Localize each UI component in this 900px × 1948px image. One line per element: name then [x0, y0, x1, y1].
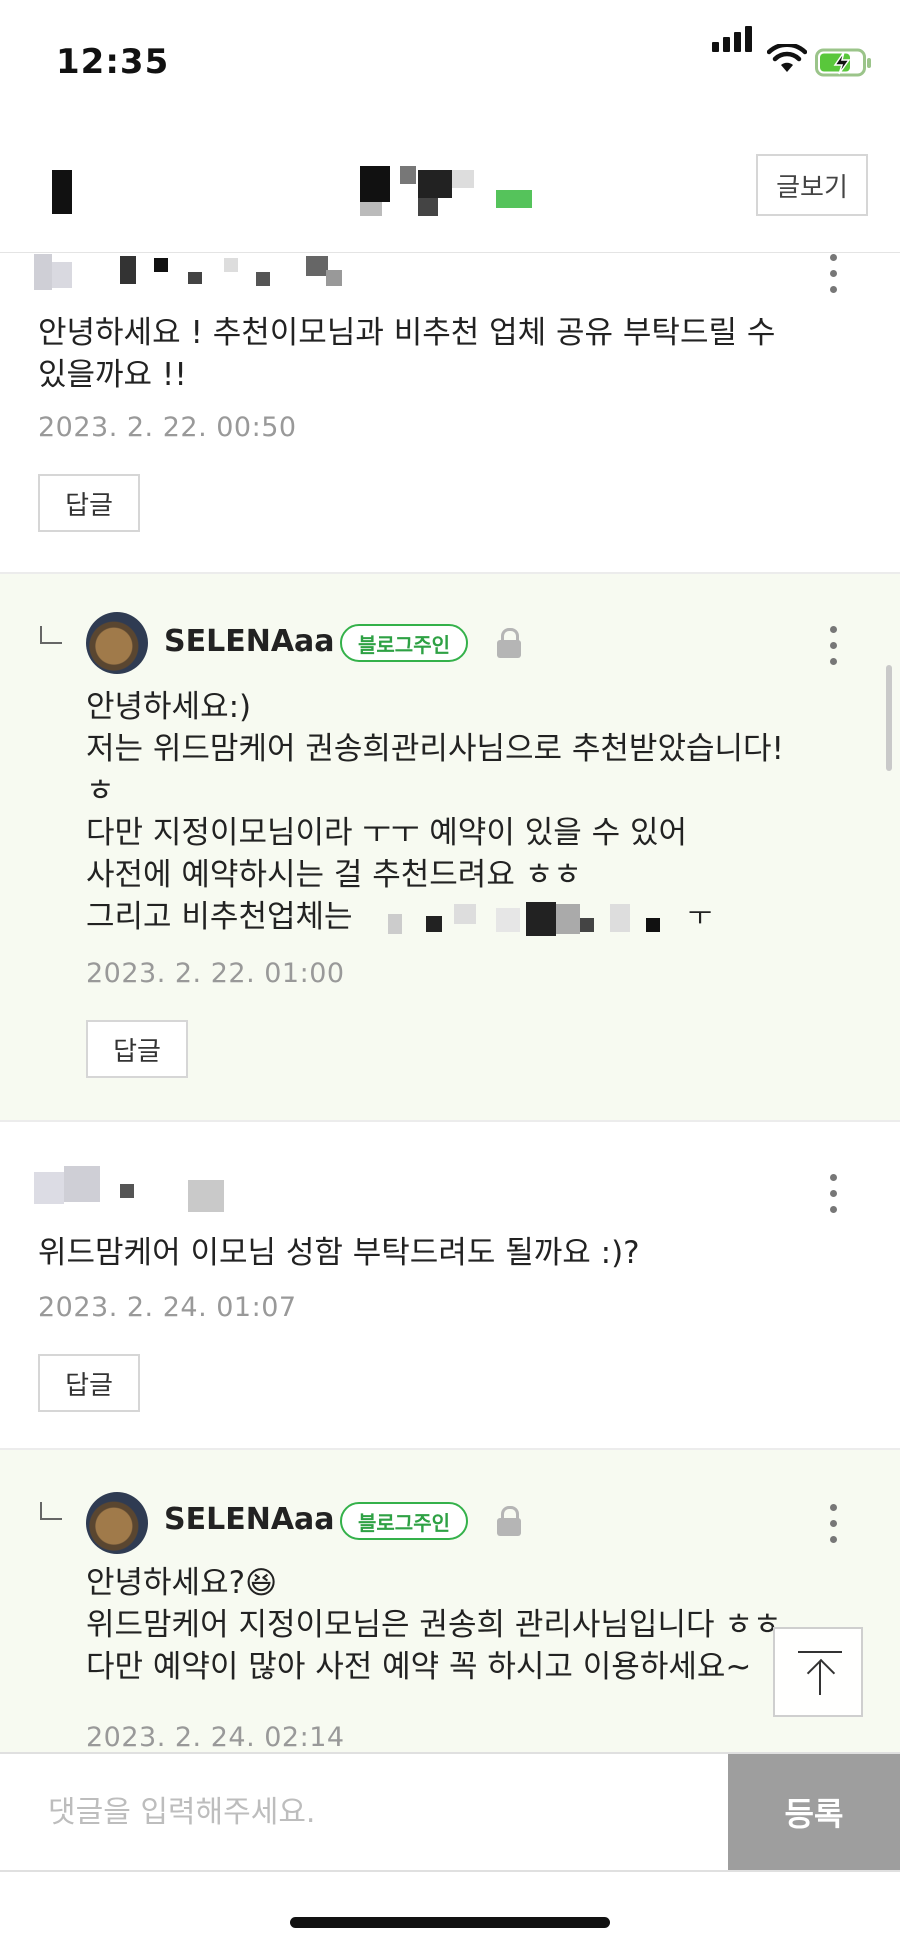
redacted-username	[326, 270, 342, 286]
comment-input-bar: 등록	[0, 1752, 900, 1872]
reply-date: 2023. 2. 24. 02:14	[86, 1722, 345, 1752]
blog-owner-badge: 블로그주인	[340, 1502, 468, 1540]
redacted-text	[496, 908, 520, 932]
status-time: 12:35	[56, 42, 170, 82]
reply-item: SELENAaa 블로그주인 안녕하세요?😆 위드맘케어 지정이모님은 권송희 …	[0, 1450, 900, 1752]
redacted-title	[496, 190, 532, 208]
redacted-username	[120, 256, 136, 284]
lock-icon	[497, 628, 521, 658]
comment-input[interactable]	[0, 1754, 726, 1870]
redacted-username	[188, 1180, 224, 1212]
more-options-icon[interactable]	[828, 1504, 838, 1550]
redacted-username	[306, 256, 328, 276]
redacted-username	[34, 1172, 64, 1204]
reply-arrow-icon	[40, 1502, 62, 1520]
battery-charging-icon	[815, 48, 871, 77]
more-options-icon[interactable]	[828, 1174, 838, 1220]
reply-arrow-icon	[40, 626, 62, 644]
author-name[interactable]: SELENAaa	[164, 1502, 335, 1537]
redacted-title	[400, 166, 416, 184]
comment-date: 2023. 2. 22. 00:50	[38, 412, 297, 443]
status-bar: 12:35	[0, 0, 900, 130]
redacted-text	[526, 902, 556, 936]
redacted-title	[418, 198, 438, 216]
redacted-text	[454, 904, 476, 924]
scrollbar[interactable]	[886, 665, 892, 771]
redacted-title	[452, 170, 474, 188]
redacted-username	[34, 254, 52, 290]
avatar[interactable]	[86, 1492, 148, 1554]
redacted-text	[646, 918, 660, 932]
redacted-username	[256, 272, 270, 286]
redacted-title	[52, 170, 72, 214]
more-options-icon[interactable]	[828, 626, 838, 672]
redacted-username	[64, 1166, 100, 1202]
comment-text: 안녕하세요 ! 추천이모님과 비추천 업체 공유 부탁드릴 수 있을까요 !!	[38, 315, 776, 393]
reply-date: 2023. 2. 22. 01:00	[86, 958, 345, 989]
redacted-username	[154, 258, 168, 272]
redacted-title	[360, 202, 382, 216]
submit-button[interactable]: 등록	[728, 1754, 900, 1870]
reply-button[interactable]: 답글	[38, 474, 140, 532]
reply-button[interactable]: 답글	[86, 1020, 188, 1078]
redacted-username	[188, 272, 202, 284]
reply-item: SELENAaa 블로그주인 안녕하세요:) 저는 위드맘케어 권송희관리사님으…	[0, 574, 900, 1120]
redacted-text	[556, 904, 580, 934]
reply-text-tail: ㅜ	[688, 902, 712, 932]
more-options-icon[interactable]	[828, 254, 838, 300]
post-header: 글보기	[0, 130, 900, 253]
comment-date: 2023. 2. 24. 01:07	[38, 1292, 297, 1323]
redacted-title	[418, 170, 452, 198]
redacted-text	[610, 904, 630, 932]
reply-text: 안녕하세요:) 저는 위드맘케어 권송희관리사님으로 추천받았습니다! ㅎ 다만…	[86, 689, 784, 935]
scroll-to-top-button[interactable]	[773, 1627, 863, 1717]
home-indicator[interactable]	[290, 1917, 610, 1928]
arrow-up-icon	[798, 1651, 842, 1653]
blog-owner-badge: 블로그주인	[340, 624, 468, 662]
redacted-text	[388, 914, 402, 934]
comment-item: 안녕하세요 ! 추천이모님과 비추천 업체 공유 부탁드릴 수 있을까요 !! …	[0, 252, 900, 572]
lock-icon	[497, 1506, 521, 1536]
redacted-text	[426, 916, 442, 932]
redacted-username	[224, 258, 238, 272]
author-name[interactable]: SELENAaa	[164, 624, 335, 659]
view-post-button[interactable]: 글보기	[756, 154, 868, 216]
wifi-icon	[767, 44, 807, 72]
redacted-username	[120, 1184, 134, 1198]
comment-item: 위드맘케어 이모님 성함 부탁드려도 될까요 :)? 2023. 2. 24. …	[0, 1122, 900, 1448]
redacted-username	[52, 262, 72, 288]
redacted-title	[360, 166, 390, 202]
redacted-text	[580, 918, 594, 932]
comment-text: 위드맘케어 이모님 성함 부탁드려도 될까요 :)?	[38, 1235, 640, 1271]
reply-button[interactable]: 답글	[38, 1354, 140, 1412]
avatar[interactable]	[86, 612, 148, 674]
reply-text: 안녕하세요?😆 위드맘케어 지정이모님은 권송희 관리사님입니다 ㅎㅎ 다만 예…	[86, 1565, 782, 1685]
